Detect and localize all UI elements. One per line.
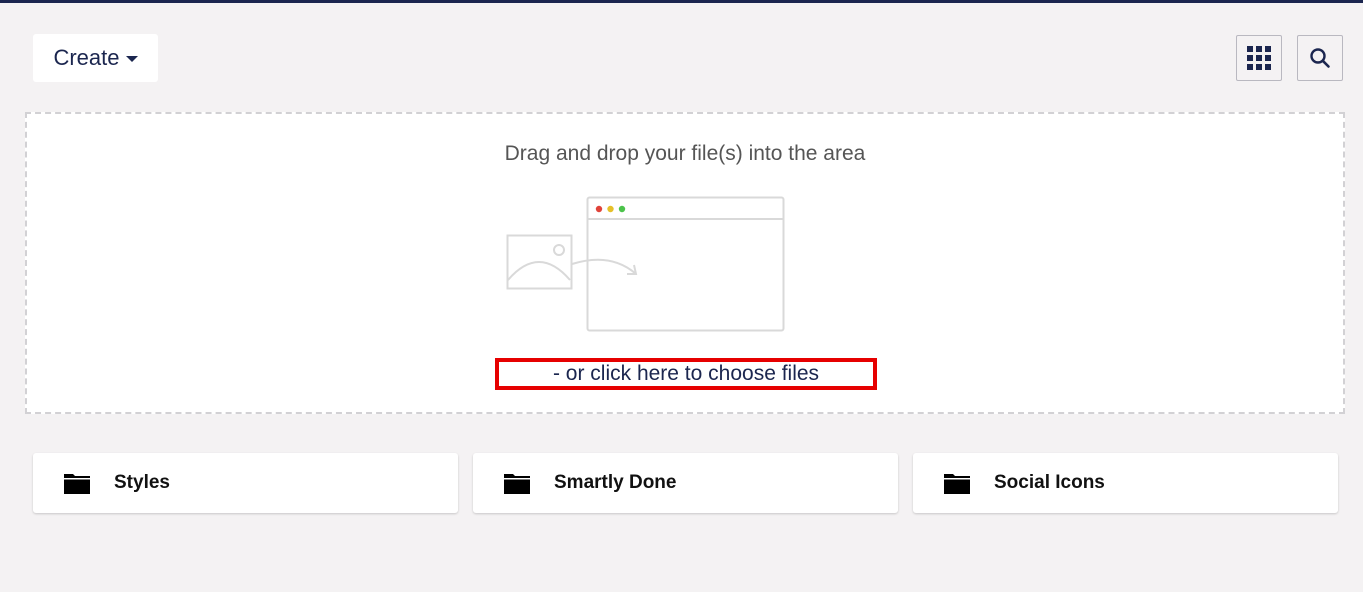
- folder-icon: [944, 472, 970, 494]
- folder-card-social-icons[interactable]: Social Icons: [913, 453, 1338, 513]
- folder-icon: [64, 472, 90, 494]
- search-button[interactable]: [1297, 35, 1343, 81]
- grid-view-icon: [1247, 46, 1271, 70]
- choose-files-link[interactable]: - or click here to choose files: [495, 358, 877, 390]
- grid-view-button[interactable]: [1236, 35, 1282, 81]
- folder-card-styles[interactable]: Styles: [33, 453, 458, 513]
- top-accent-bar: [0, 0, 1363, 3]
- folder-name: Styles: [114, 472, 170, 493]
- caret-down-icon: [125, 56, 138, 62]
- folder-name: Social Icons: [994, 472, 1105, 493]
- folder-icon: [504, 472, 530, 494]
- drop-instructions: Drag and drop your file(s) into the area: [504, 142, 866, 165]
- create-button-label: Create: [53, 45, 120, 70]
- folder-name: Smartly Done: [554, 472, 677, 493]
- search-icon: [1310, 48, 1330, 68]
- folder-card-smartly-done[interactable]: Smartly Done: [473, 453, 898, 513]
- create-button[interactable]: Create: [33, 34, 158, 82]
- file-drop-zone[interactable]: Drag and drop your file(s) into the area…: [25, 112, 1345, 414]
- drag-drop-illustration-icon: [506, 196, 785, 332]
